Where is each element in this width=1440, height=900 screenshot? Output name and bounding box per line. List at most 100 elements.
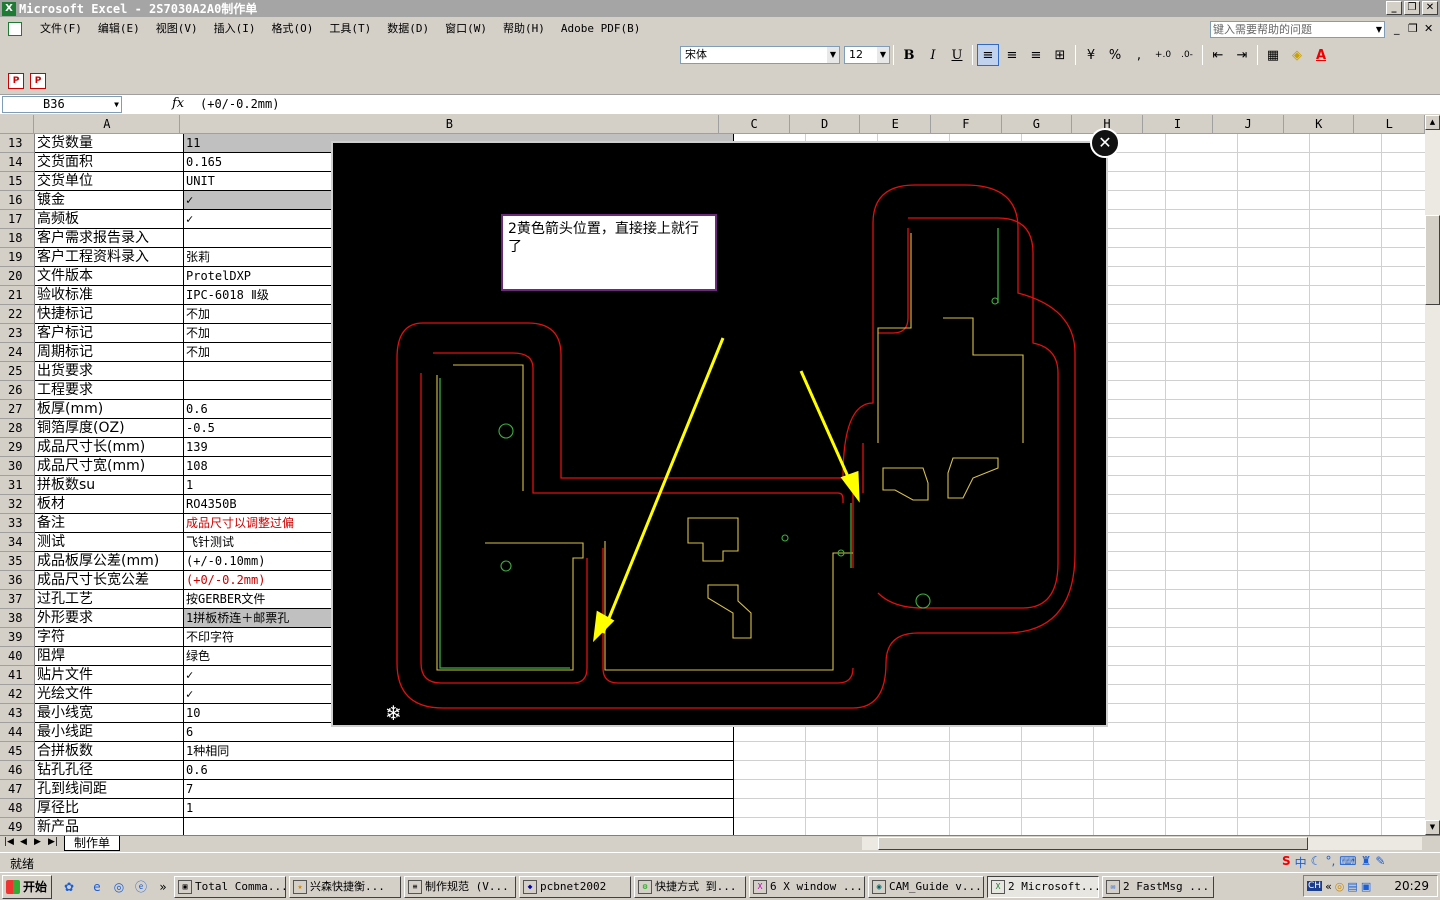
column-header[interactable]: C (719, 115, 790, 134)
empty-cell[interactable] (1382, 305, 1425, 324)
empty-cell[interactable] (1310, 495, 1382, 514)
empty-cell[interactable] (1382, 799, 1425, 818)
empty-cell[interactable] (1310, 457, 1382, 476)
cell-a[interactable]: 验收标准 (35, 286, 184, 305)
empty-cell[interactable] (1166, 609, 1238, 628)
empty-cell[interactable] (1238, 324, 1310, 343)
menu-format[interactable]: 格式(O) (264, 18, 322, 40)
empty-cell[interactable] (1310, 628, 1382, 647)
tray-network-icon[interactable]: ▤ (1347, 880, 1357, 893)
menu-help[interactable]: 帮助(H) (495, 18, 553, 40)
empty-cell[interactable] (1238, 172, 1310, 191)
workbook-icon[interactable] (8, 22, 22, 36)
empty-cell[interactable] (1166, 324, 1238, 343)
empty-cell[interactable] (1238, 457, 1310, 476)
empty-cell[interactable] (1382, 267, 1425, 286)
start-button[interactable]: 开始 (2, 874, 52, 899)
empty-cell[interactable] (1238, 438, 1310, 457)
empty-cell[interactable] (806, 761, 878, 780)
row-header[interactable]: 34 (0, 533, 35, 552)
empty-cell[interactable] (1094, 742, 1166, 761)
cell-a[interactable]: 交货数量 (35, 134, 184, 153)
menu-tools[interactable]: 工具(T) (321, 18, 379, 40)
shirt-icon[interactable]: ♜ (1361, 854, 1372, 871)
empty-cell[interactable] (1238, 286, 1310, 305)
empty-cell[interactable] (1166, 438, 1238, 457)
row-header[interactable]: 30 (0, 457, 35, 476)
empty-cell[interactable] (1382, 476, 1425, 495)
empty-cell[interactable] (1166, 818, 1238, 835)
row-header[interactable]: 27 (0, 400, 35, 419)
fx-icon[interactable]: fx (172, 96, 184, 111)
empty-cell[interactable] (1310, 647, 1382, 666)
empty-cell[interactable] (950, 780, 1022, 799)
row-header[interactable]: 17 (0, 210, 35, 229)
vertical-scrollbar[interactable]: ▲ ▼ (1425, 115, 1440, 835)
column-header[interactable]: B (180, 115, 720, 134)
empty-cell[interactable] (1310, 248, 1382, 267)
empty-cell[interactable] (734, 742, 806, 761)
cell-a[interactable]: 合拼板数 (35, 742, 184, 761)
row-header[interactable]: 44 (0, 723, 35, 742)
empty-cell[interactable] (1382, 438, 1425, 457)
punct-icon[interactable]: °, (1325, 854, 1335, 871)
empty-cell[interactable] (1382, 742, 1425, 761)
column-header[interactable]: G (1001, 115, 1073, 134)
column-header[interactable]: F (931, 115, 1002, 134)
empty-cell[interactable] (1022, 818, 1094, 835)
empty-cell[interactable] (1310, 799, 1382, 818)
tray-monitor-icon[interactable]: ▣ (1361, 880, 1371, 893)
row-header[interactable]: 19 (0, 248, 35, 267)
empty-cell[interactable] (1382, 533, 1425, 552)
merge-center-button[interactable]: ⊞ (1049, 44, 1071, 66)
empty-cell[interactable] (1166, 533, 1238, 552)
empty-cell[interactable] (1022, 780, 1094, 799)
empty-cell[interactable] (1310, 533, 1382, 552)
empty-cell[interactable] (806, 818, 878, 835)
font-select[interactable]: 宋体 ▼ (680, 46, 840, 64)
task-button[interactable]: ≡ 制作规范 (V... (404, 875, 516, 898)
cell-a[interactable]: 交货单位 (35, 172, 184, 191)
empty-cell[interactable] (1382, 400, 1425, 419)
empty-cell[interactable] (1166, 305, 1238, 324)
cell-b[interactable]: 1 (184, 799, 734, 818)
cell-a[interactable]: 高频板 (35, 210, 184, 229)
cell-a[interactable]: 成品板厚公差(mm) (35, 552, 184, 571)
row-header[interactable]: 36 (0, 571, 35, 590)
empty-cell[interactable] (1382, 571, 1425, 590)
empty-cell[interactable] (1166, 267, 1238, 286)
empty-cell[interactable] (950, 818, 1022, 835)
empty-cell[interactable] (1238, 381, 1310, 400)
underline-button[interactable]: U (946, 44, 968, 66)
empty-cell[interactable] (1166, 761, 1238, 780)
cell-a[interactable]: 最小线距 (35, 723, 184, 742)
empty-cell[interactable] (1310, 381, 1382, 400)
ie-icon[interactable]: e (88, 878, 106, 896)
font-color-icon[interactable]: A (1310, 44, 1332, 66)
row-header[interactable]: 15 (0, 172, 35, 191)
empty-cell[interactable] (878, 818, 950, 835)
cell-a[interactable]: 客户工程资料录入 (35, 248, 184, 267)
fill-color-icon[interactable]: ◈ (1286, 44, 1308, 66)
empty-cell[interactable] (1166, 799, 1238, 818)
empty-cell[interactable] (1166, 419, 1238, 438)
empty-cell[interactable] (1382, 723, 1425, 742)
doc-close-button[interactable]: ✕ (1424, 22, 1433, 35)
empty-cell[interactable] (1166, 552, 1238, 571)
empty-cell[interactable] (1238, 229, 1310, 248)
cell-a[interactable]: 出货要求 (35, 362, 184, 381)
empty-cell[interactable] (1310, 210, 1382, 229)
tray-expand-icon[interactable]: « (1325, 880, 1332, 893)
empty-cell[interactable] (1166, 571, 1238, 590)
row-header[interactable]: 41 (0, 666, 35, 685)
cell-a[interactable]: 镀金 (35, 191, 184, 210)
restore-button[interactable]: ❐ (1404, 1, 1420, 15)
empty-cell[interactable] (1238, 704, 1310, 723)
row-header[interactable]: 45 (0, 742, 35, 761)
empty-cell[interactable] (734, 818, 806, 835)
empty-cell[interactable] (1166, 685, 1238, 704)
column-header[interactable]: A (34, 115, 181, 134)
column-header[interactable]: D (789, 115, 861, 134)
row-header[interactable]: 32 (0, 495, 35, 514)
empty-cell[interactable] (1310, 134, 1382, 153)
